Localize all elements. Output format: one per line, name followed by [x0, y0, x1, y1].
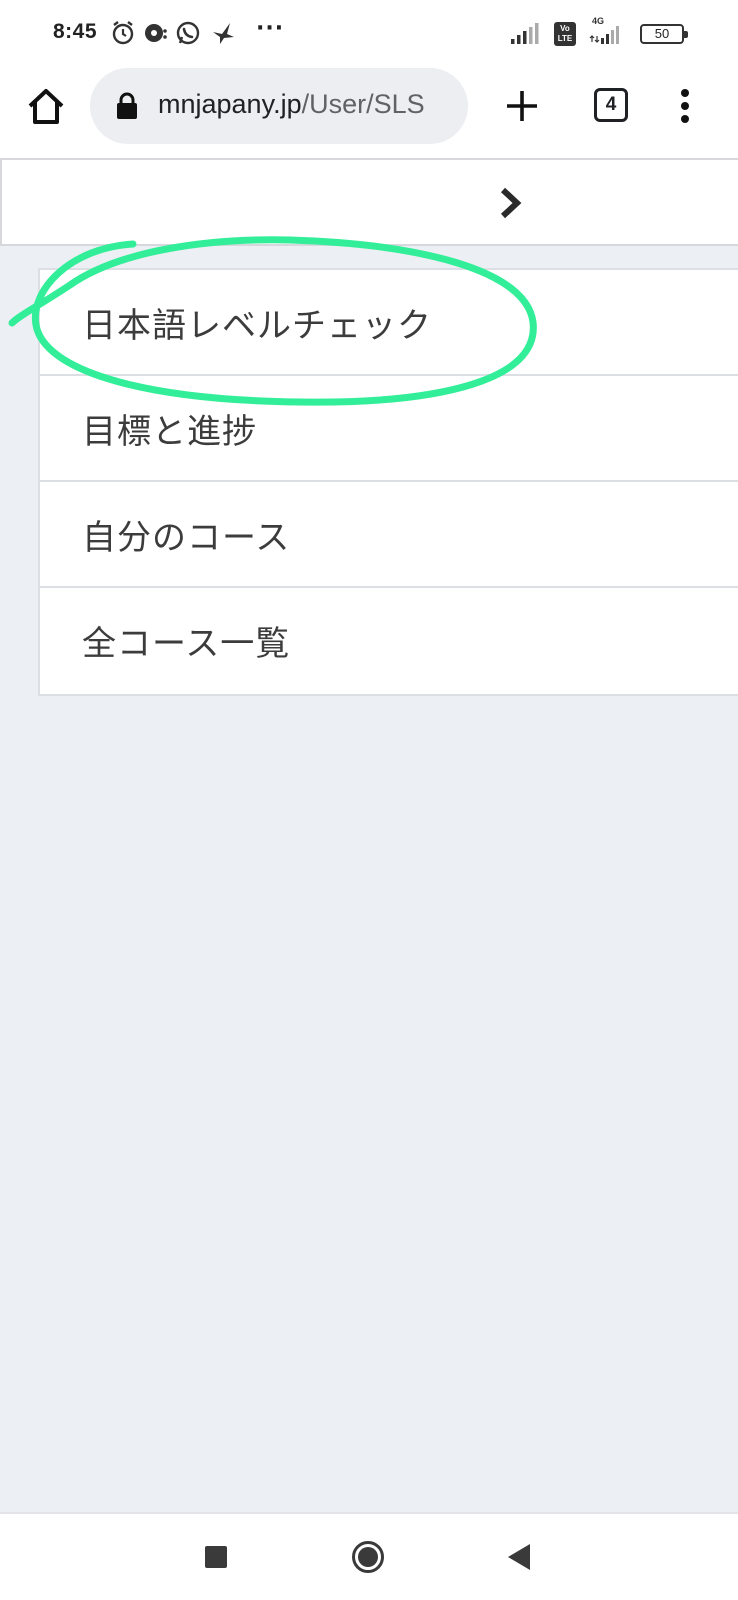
url-path: /User/SLS	[301, 89, 425, 119]
recents-icon[interactable]	[205, 1546, 227, 1568]
battery-level: 50	[654, 26, 670, 41]
page-header	[0, 158, 738, 246]
alarm-icon	[110, 20, 136, 46]
volte-icon: Vo LTE	[554, 22, 576, 46]
menu-item-level-check[interactable]: 日本語レベルチェック	[40, 270, 738, 376]
bird-icon	[210, 20, 236, 46]
menu-list: 日本語レベルチェック 目標と進捗 自分のコース 全コース一覧	[38, 268, 738, 696]
menu-item-my-courses[interactable]: 自分のコース	[40, 482, 738, 588]
chevron-right-icon[interactable]	[494, 184, 528, 222]
home-circle-icon[interactable]	[351, 1540, 385, 1574]
plus-icon[interactable]	[502, 86, 542, 126]
status-bar: 8:45 ··· Vo LTE 4G 50	[0, 0, 738, 66]
menu-item-label: 目標と進捗	[82, 412, 257, 452]
home-icon[interactable]	[24, 84, 68, 128]
tabs-icon[interactable]: 4	[594, 88, 628, 122]
signal-icon	[510, 20, 540, 46]
menu-item-goals-progress[interactable]: 目標と進捗	[40, 376, 738, 482]
more-notifications: ···	[256, 16, 285, 41]
menu-item-label: 全コース一覧	[82, 624, 291, 664]
status-time: 8:45	[53, 20, 98, 43]
signal-4g-icon: 4G	[588, 16, 620, 46]
volte-label: Vo LTE	[557, 24, 573, 43]
browser-toolbar: mnjapany.jp/User/SLS 4	[0, 66, 738, 158]
podcast-icon	[142, 20, 168, 46]
navigation-bar	[0, 1512, 738, 1600]
battery-icon: 50	[640, 24, 688, 44]
address-bar[interactable]: mnjapany.jp/User/SLS	[90, 68, 468, 144]
back-icon[interactable]	[506, 1542, 532, 1572]
menu-item-label: 日本語レベルチェック	[82, 306, 432, 346]
lock-icon	[116, 92, 138, 120]
more-vert-icon[interactable]	[670, 86, 700, 126]
url-host: mnjapany.jp	[158, 89, 302, 119]
url-text[interactable]: mnjapany.jp/User/SLS	[158, 89, 425, 120]
whatsapp-icon	[175, 20, 201, 46]
menu-item-all-courses[interactable]: 全コース一覧	[40, 588, 738, 694]
menu-item-label: 自分のコース	[82, 518, 291, 558]
